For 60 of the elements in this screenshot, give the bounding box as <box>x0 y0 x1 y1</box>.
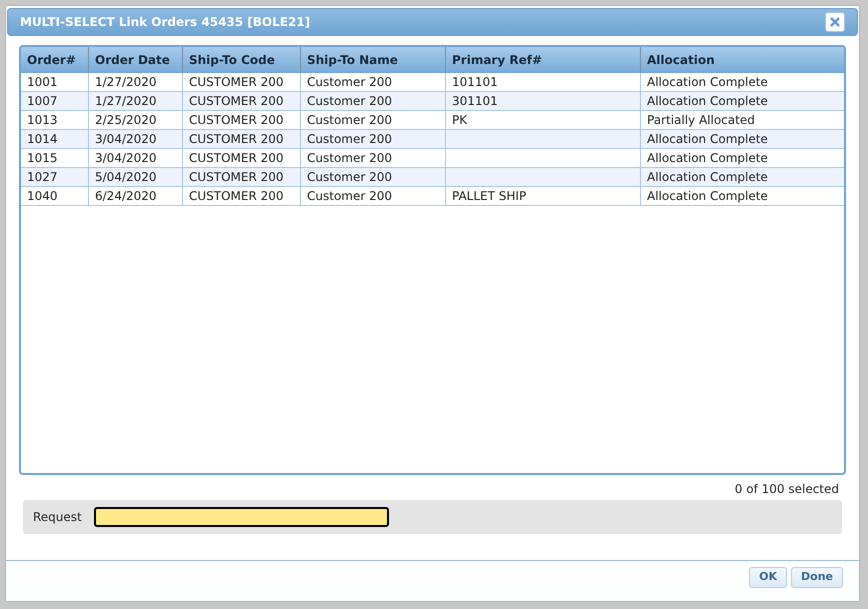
table-cell-text: 1/27/2020 <box>95 74 157 91</box>
table-cell-text: PALLET SHIP <box>452 188 526 205</box>
request-label: Request <box>33 509 82 526</box>
close-button[interactable] <box>825 12 845 32</box>
request-field[interactable] <box>94 507 389 527</box>
table-cell-text: CUSTOMER 200 <box>189 112 284 129</box>
column-header[interactable]: Order# <box>21 47 89 72</box>
table-row[interactable]: 1007 1/27/2020 CUSTOMER 200 Customer 200 301101 Allocation Complete <box>21 92 844 111</box>
column-header[interactable]: Ship-To Name <box>301 47 446 72</box>
table-cell-text: Allocation Complete <box>647 188 768 205</box>
table-row[interactable]: 1001 1/27/2020 CUSTOMER 200 Customer 200 101101 Allocation Complete <box>21 73 844 92</box>
table-cell-text: 1015 <box>27 150 58 167</box>
table-row[interactable]: 1014 3/04/2020 CUSTOMER 200 Customer 200 Allocation Complete <box>21 130 844 149</box>
table-cell-text: Allocation Complete <box>647 131 768 148</box>
table-cell-text: 5/04/2020 <box>95 169 157 186</box>
table-cell-text: Allocation Complete <box>647 169 768 186</box>
column-header[interactable]: Allocation <box>641 47 844 72</box>
table-cell-text: 101101 <box>452 74 498 91</box>
table-cell-text: Customer 200 <box>307 169 392 186</box>
table-cell-text: Allocation Complete <box>647 150 768 167</box>
table-cell-text: 1007 <box>27 93 58 110</box>
table-cell-text: Allocation Complete <box>647 93 768 110</box>
table-cell-text: 301101 <box>452 93 498 110</box>
dialog-button[interactable]: Done <box>791 567 843 588</box>
table-cell-text: 1040 <box>27 188 58 205</box>
table-cell-text: 1027 <box>27 169 58 186</box>
table-cell-text: 3/04/2020 <box>95 131 157 148</box>
close-icon <box>830 17 840 27</box>
table-cell-text: 3/04/2020 <box>95 150 157 167</box>
table-cell-text: Customer 200 <box>307 93 392 110</box>
column-header[interactable]: Ship-To Code <box>183 47 301 72</box>
table-cell-text: Customer 200 <box>307 188 392 205</box>
table-row[interactable]: 1013 2/25/2020 CUSTOMER 200 Customer 200 PK Partially Allocated <box>21 111 844 130</box>
table-cell-text: Partially Allocated <box>647 112 755 129</box>
selection-count: 0 of 100 selected <box>734 481 839 498</box>
table-cell-text: CUSTOMER 200 <box>189 74 284 91</box>
table-cell-text: CUSTOMER 200 <box>189 169 284 186</box>
table-cell-text: CUSTOMER 200 <box>189 93 284 110</box>
column-header[interactable]: Order Date <box>89 47 183 72</box>
table-cell-text: 1/27/2020 <box>95 93 157 110</box>
window-title: MULTI-SELECT Link Orders 45435 [BOLE21] <box>20 14 310 31</box>
table-row[interactable]: 1027 5/04/2020 CUSTOMER 200 Customer 200 Allocation Complete <box>21 168 844 187</box>
table-cell-text: CUSTOMER 200 <box>189 150 284 167</box>
table-cell-text: Allocation Complete <box>647 74 768 91</box>
table-cell-text: 1001 <box>27 74 58 91</box>
table-row[interactable]: 1040 6/24/2020 CUSTOMER 200 Customer 200 PALLET SHIP Allocation Complete <box>21 187 844 206</box>
table-cell-text: 6/24/2020 <box>95 188 157 205</box>
table-cell-text: PK <box>452 112 468 129</box>
table-cell-text: 1014 <box>27 131 58 148</box>
table-cell-text: Customer 200 <box>307 150 392 167</box>
table-cell-text: 2/25/2020 <box>95 112 157 129</box>
table-row[interactable]: 1015 3/04/2020 CUSTOMER 200 Customer 200 Allocation Complete <box>21 149 844 168</box>
table-cell-text: Customer 200 <box>307 131 392 148</box>
dialog-button[interactable]: OK <box>749 567 788 588</box>
table-cell-text: CUSTOMER 200 <box>189 188 284 205</box>
table-cell-text: Customer 200 <box>307 112 392 129</box>
table-cell-text: 1013 <box>27 112 58 129</box>
column-header[interactable]: Primary Ref# <box>446 47 641 72</box>
table-cell-text: Customer 200 <box>307 74 392 91</box>
table-cell-text: CUSTOMER 200 <box>189 131 284 148</box>
